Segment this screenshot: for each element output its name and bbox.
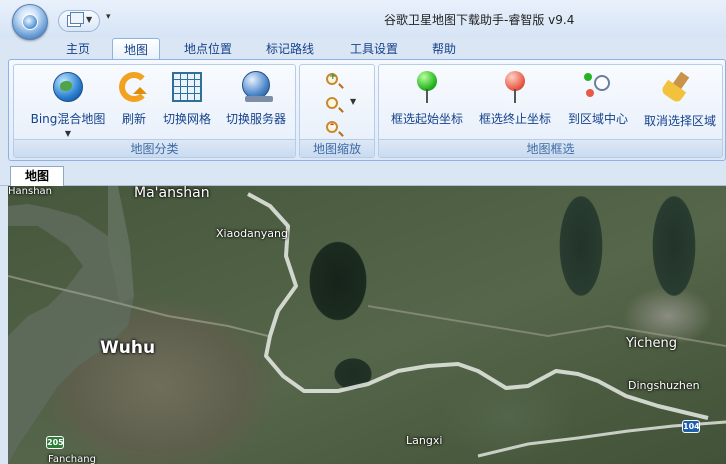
go-to-region-center-label: 到区域中心: [567, 112, 628, 126]
windows-icon: [67, 12, 84, 27]
group-map-zoom: ▼ 地图缩放: [299, 64, 375, 158]
group-label-map-zoom: 地图缩放: [300, 139, 374, 157]
tab-home[interactable]: 主页: [56, 38, 100, 60]
national-road-shield-icon: 104: [682, 420, 700, 433]
refresh-icon: [118, 71, 150, 103]
application-menu-button[interactable]: [12, 4, 48, 40]
server-icon: [240, 71, 273, 103]
map-label-dingshuzhen: Dingshuzhen: [628, 379, 700, 392]
app-logo-icon: [22, 14, 38, 30]
zoom-out-icon: [326, 119, 338, 133]
tab-help[interactable]: 帮助: [424, 38, 464, 60]
group-map-select: 框选起始坐标 框选终止坐标 到区域中心 取消选择区域 地图框选: [378, 64, 723, 158]
map-label-yicheng: Yicheng: [626, 336, 677, 351]
tab-tools-settings[interactable]: 工具设置: [342, 38, 406, 60]
switch-server-label: 切换服务器: [225, 112, 286, 126]
map-label-hanshan: Hanshan: [8, 186, 52, 197]
ribbon-tabs: 主页 地图 地点位置 标记路线 工具设置 帮助: [0, 38, 726, 60]
refresh-button[interactable]: 刷新: [114, 71, 154, 127]
red-pin-icon: [499, 71, 531, 103]
cancel-selection-button[interactable]: 取消选择区域: [641, 71, 719, 129]
switch-server-button[interactable]: 切换服务器: [221, 71, 291, 127]
broom-icon: [664, 71, 696, 105]
map-label-langxi: Langxi: [406, 434, 443, 447]
map-label-maanshan: Ma'anshan: [134, 186, 210, 201]
select-end-coord-label: 框选终止坐标: [478, 112, 551, 126]
map-overlay: [8, 186, 726, 464]
zoom-out-button[interactable]: [324, 119, 354, 141]
customize-toolbar-icon[interactable]: ▾: [106, 12, 111, 22]
region-center-icon: [582, 71, 614, 103]
document-tab-strip: 地图: [0, 162, 726, 186]
zoom-in-icon: [326, 72, 338, 85]
bing-hybrid-map-button[interactable]: Bing混合地图 ▼: [22, 71, 114, 138]
zoom-icon: [326, 97, 338, 109]
tab-marker-route[interactable]: 标记路线: [258, 38, 322, 60]
bing-hybrid-map-label: Bing混合地图: [30, 112, 106, 126]
satellite-map-view[interactable]: Hanshan Ma'anshan Xiaodanyang Wuhu Yiche…: [8, 186, 726, 464]
select-start-coord-label: 框选起始坐标: [390, 112, 463, 126]
highway-shield-icon: 205: [46, 436, 64, 449]
chevron-down-icon[interactable]: ▼: [86, 15, 92, 24]
globe-icon: [52, 71, 84, 103]
map-label-fanchang: Fanchang: [48, 454, 96, 464]
group-label-map-select: 地图框选: [379, 139, 722, 157]
quick-access-toolbar[interactable]: ▼: [58, 10, 100, 32]
map-label-wuhu: Wuhu: [100, 338, 156, 358]
grid-icon: [171, 71, 203, 103]
zoom-level-button[interactable]: ▼: [324, 95, 356, 117]
title-bar: ▼ ▾ 谷歌卫星地图下载助手-睿智版 v9.4: [0, 0, 726, 40]
map-label-xiaodanyang: Xiaodanyang: [216, 227, 288, 240]
chevron-down-icon[interactable]: ▼: [350, 97, 356, 106]
cancel-selection-label: 取消选择区域: [643, 114, 716, 128]
green-pin-icon: [411, 71, 443, 103]
window-title: 谷歌卫星地图下载助手-睿智版 v9.4: [384, 13, 575, 27]
tab-map[interactable]: 地图: [112, 38, 160, 60]
chevron-down-icon[interactable]: ▼: [22, 129, 114, 138]
select-end-coord-button[interactable]: 框选终止坐标: [475, 71, 555, 127]
go-to-region-center-button[interactable]: 到区域中心: [565, 71, 631, 127]
ribbon-panel: Bing混合地图 ▼ 刷新 切换网格 切换服务器 地图分类 ▼ 地图缩放: [8, 59, 726, 161]
tab-location[interactable]: 地点位置: [176, 38, 240, 60]
toggle-grid-button[interactable]: 切换网格: [157, 71, 217, 127]
toggle-grid-label: 切换网格: [162, 112, 211, 126]
select-start-coord-button[interactable]: 框选起始坐标: [387, 71, 467, 127]
group-map-category: Bing混合地图 ▼ 刷新 切换网格 切换服务器 地图分类: [13, 64, 296, 158]
group-label-map-category: 地图分类: [14, 139, 295, 157]
tab-map-document[interactable]: 地图: [10, 166, 64, 186]
refresh-label: 刷新: [121, 112, 146, 126]
zoom-in-button[interactable]: [324, 71, 354, 93]
